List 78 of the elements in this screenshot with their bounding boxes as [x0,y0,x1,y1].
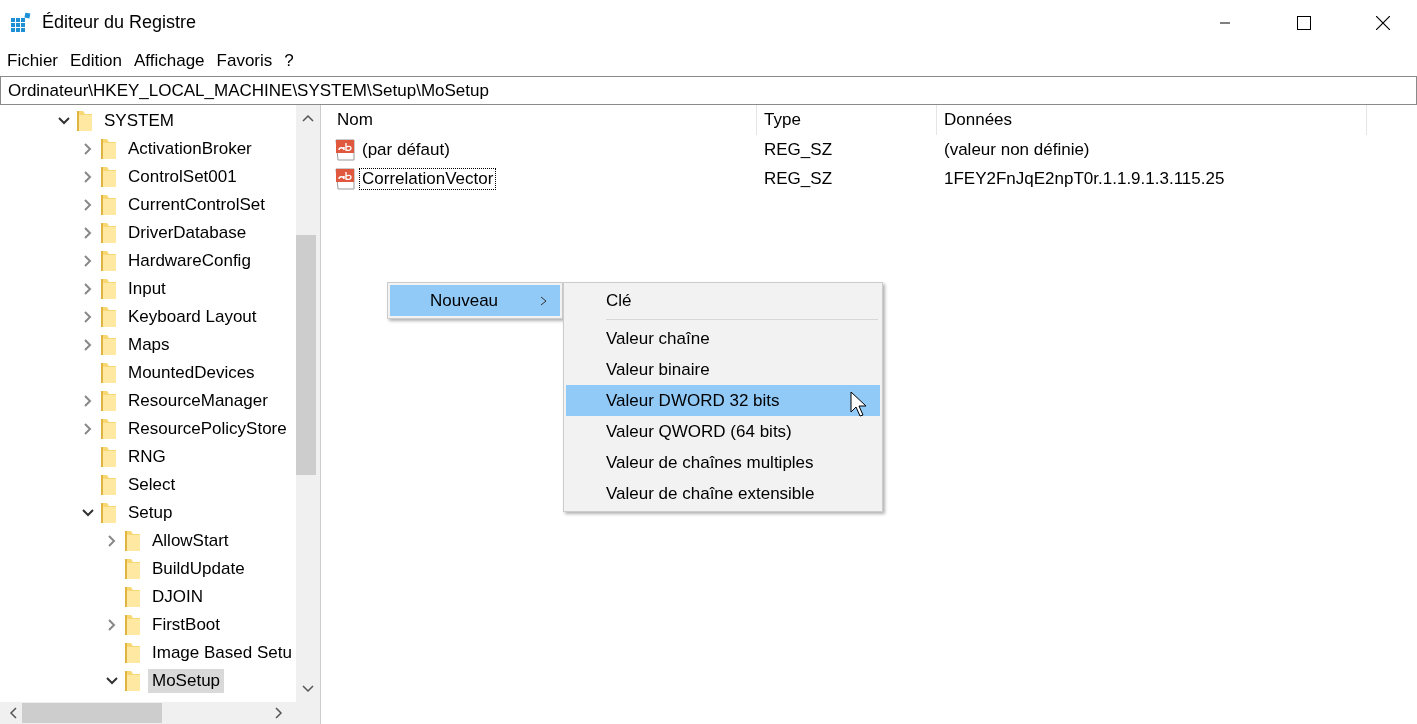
menu-option[interactable]: Valeur binaire [566,354,880,385]
folder-icon [124,614,142,636]
scroll-left-icon[interactable] [8,707,20,719]
tree-item[interactable]: ActivationBroker [124,137,256,161]
folder-icon [100,334,118,356]
tree-item[interactable]: DriverDatabase [124,221,251,245]
scroll-right-icon[interactable] [272,707,284,719]
folder-icon [124,670,142,692]
folder-icon [100,418,118,440]
value-data: (valeur non définie) [944,139,1090,160]
tree-item[interactable]: Maps [124,333,174,357]
tree-item[interactable]: HardwareConfig [124,249,255,273]
address-field[interactable]: Ordinateur\HKEY_LOCAL_MACHINE\SYSTEM\Setup\MoSetup [0,76,1417,105]
column-header[interactable]: Données [937,105,1367,135]
menu-item[interactable]: Favoris [216,50,273,71]
folder-icon [100,502,118,524]
string-value-icon [335,138,357,161]
close-icon [1375,15,1390,30]
chevron-right-icon [540,295,548,306]
menu-option[interactable]: Valeur DWORD 32 bits [566,385,880,416]
menu-option[interactable]: Nouveau [390,285,560,316]
column-header[interactable]: Nom [330,105,757,135]
folder-icon [100,194,118,216]
value-name[interactable]: CorrelationVector [360,168,496,189]
mouse-pointer-icon [850,391,868,417]
value-name[interactable]: (par défaut) [360,139,452,160]
menu-item[interactable]: Edition [70,50,122,71]
folder-icon [100,138,118,160]
tree-item[interactable]: Keyboard Layout [124,305,261,329]
scroll-down-icon[interactable] [302,682,314,694]
tree-item[interactable]: RNG [124,445,170,469]
tree-item[interactable]: MountedDevices [124,361,259,385]
folder-icon [124,642,142,664]
folder-icon [100,474,118,496]
folder-icon [124,558,142,580]
horizontal-scrollbar[interactable] [0,702,320,724]
app-icon [10,11,32,34]
folder-icon [100,250,118,272]
menu-item[interactable]: Fichier [7,50,58,71]
value-type: REG_SZ [764,139,833,160]
folder-icon [100,166,118,188]
menu-option[interactable]: Valeur chaîne [566,323,880,354]
value-data: 1FEY2FnJqE2npT0r.1.1.9.1.3.115.25 [944,168,1225,189]
folder-icon [124,586,142,608]
vertical-scrollbar[interactable] [296,105,320,702]
folder-icon [124,530,142,552]
tree-item[interactable]: ControlSet001 [124,165,241,189]
column-header[interactable]: Type [757,105,937,135]
tree-item[interactable]: FirstBoot [148,613,225,637]
tree-item[interactable]: ResourceManager [124,389,272,413]
folder-icon [76,110,94,132]
window-title: Éditeur du Registre [42,12,198,33]
menu-option[interactable]: Valeur de chaînes multiples [566,447,880,478]
menu-option[interactable]: Clé [566,285,880,316]
folder-icon [100,306,118,328]
tree-item[interactable]: BuildUpdate [148,557,249,581]
menu-option[interactable]: Valeur QWORD (64 bits) [566,416,880,447]
tree-item[interactable]: Select [124,473,180,497]
tree-item[interactable]: CurrentControlSet [124,193,269,217]
tree-item[interactable]: ResourcePolicyStore [124,417,291,441]
string-value-icon [335,167,357,190]
value-type: REG_SZ [764,168,833,189]
tree-item[interactable]: SYSTEM [100,109,178,133]
tree-item[interactable]: Image Based Setu [148,641,296,665]
tree-item[interactable]: DJOIN [148,585,207,609]
folder-icon [100,362,118,384]
folder-icon [100,222,118,244]
maximize-icon [1296,15,1311,30]
tree-item[interactable]: Input [124,277,170,301]
folder-icon [100,390,118,412]
tree-item[interactable]: MoSetup [148,669,225,693]
menu-item[interactable]: ? [284,50,294,71]
menu-item[interactable]: Affichage [134,50,205,71]
tree-item[interactable]: AllowStart [148,529,233,553]
tree-item[interactable]: Setup [124,501,177,525]
folder-icon [100,446,118,468]
menu-option[interactable]: Valeur de chaîne extensible [566,478,880,509]
folder-icon [100,278,118,300]
